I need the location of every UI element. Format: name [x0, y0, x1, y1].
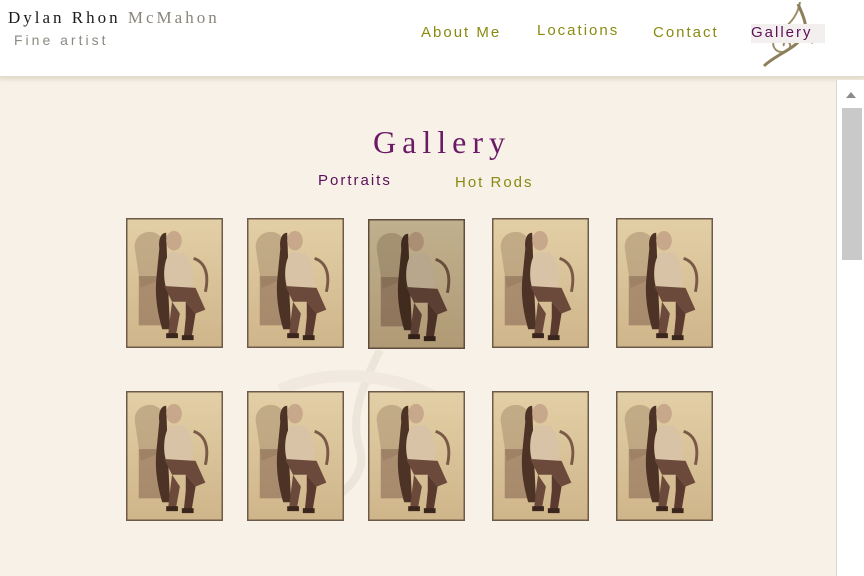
main-nav: About Me Locations Contact Gallery: [0, 22, 864, 46]
subnav-portraits[interactable]: Portraits: [318, 172, 392, 189]
gallery-thumbnail[interactable]: [126, 391, 223, 521]
gallery-thumbnail[interactable]: [616, 218, 713, 348]
gallery-thumbnail[interactable]: [492, 218, 589, 348]
gallery-thumbnail[interactable]: [492, 391, 589, 521]
site-header: Dylan Rhon McMahon Fine artist About Me …: [0, 0, 864, 78]
gallery-thumbnail[interactable]: [247, 391, 344, 521]
subnav-hot-rods[interactable]: Hot Rods: [455, 174, 534, 191]
gallery-thumbnail[interactable]: [616, 391, 713, 521]
nav-gallery[interactable]: Gallery: [751, 24, 825, 43]
nav-contact[interactable]: Contact: [653, 24, 719, 41]
scroll-up-arrow-icon[interactable]: [846, 92, 856, 98]
gallery-thumbnail[interactable]: [126, 218, 223, 348]
nav-about-me[interactable]: About Me: [421, 24, 501, 41]
gallery-thumbnail[interactable]: [368, 391, 465, 521]
page-title-text: Gallery: [373, 124, 511, 160]
gallery-thumbnail[interactable]: [247, 218, 344, 348]
page-title: Gallery: [0, 124, 864, 161]
gallery-thumbnail[interactable]: [368, 219, 465, 349]
nav-locations[interactable]: Locations: [537, 22, 619, 39]
